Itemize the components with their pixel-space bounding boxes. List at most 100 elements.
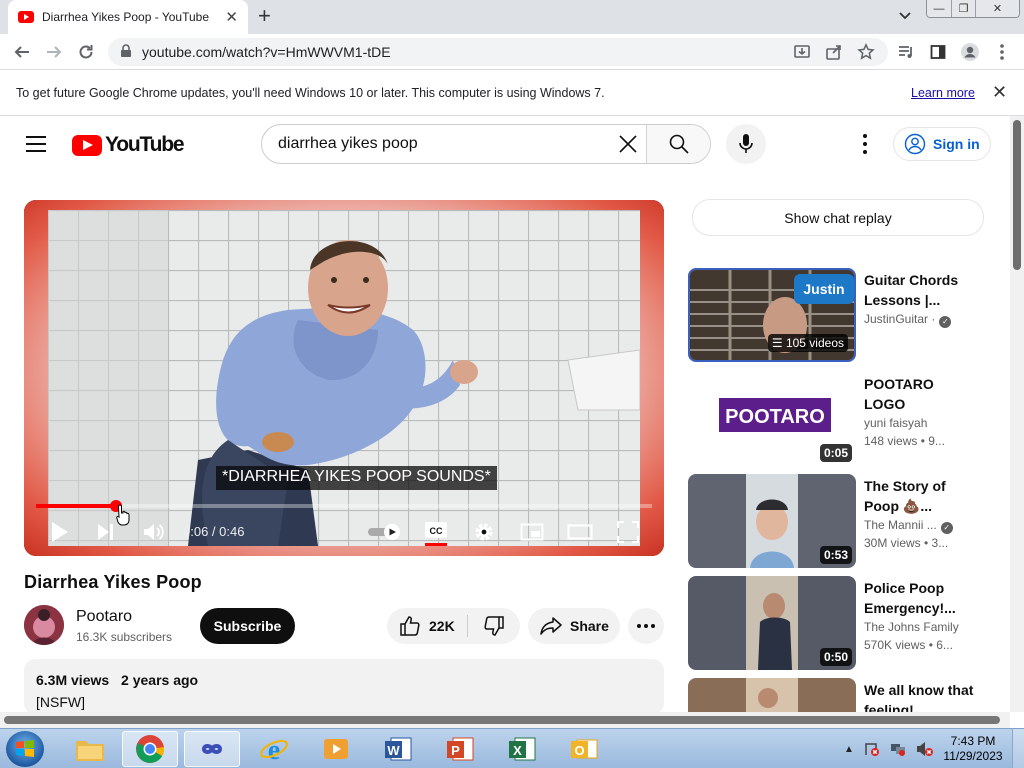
window-close-button[interactable]: ✕ bbox=[975, 0, 1019, 17]
star-icon bbox=[857, 43, 875, 60]
network-icon[interactable] bbox=[890, 741, 906, 757]
learn-more-link[interactable]: Learn more bbox=[911, 86, 975, 100]
video-duration: 0:05 bbox=[819, 444, 852, 462]
horizontal-scrollbar[interactable] bbox=[0, 712, 1010, 728]
profile-button[interactable] bbox=[958, 40, 982, 64]
minimize-button[interactable]: — bbox=[927, 0, 951, 17]
captions-button[interactable]: CC bbox=[422, 518, 450, 546]
view-count: 6.3M views bbox=[36, 672, 110, 688]
like-button[interactable]: 22K bbox=[387, 608, 467, 644]
address-bar[interactable]: youtube.com/watch?v=HmWWVM1-tDE bbox=[108, 38, 888, 66]
horizontal-scroll-thumb[interactable] bbox=[4, 716, 1000, 724]
recommendation-item[interactable]: 0:53 The Story of Poop 💩... The Mannii .… bbox=[688, 474, 988, 568]
windows-taskbar: e W P X O ▲ 7:43 PM 11/29/2023 bbox=[0, 728, 1024, 768]
hamburger-menu-icon[interactable] bbox=[26, 136, 46, 152]
recommendation-title[interactable]: Guitar Chords Lessons |... bbox=[864, 270, 974, 310]
system-tray: ▲ bbox=[844, 741, 934, 757]
side-panel-button[interactable] bbox=[926, 40, 950, 64]
tab-close-icon[interactable]: ✕ bbox=[225, 10, 238, 25]
chrome-menu-button[interactable] bbox=[990, 40, 1014, 64]
video-player[interactable]: *DIARRHEA YIKES POOP SOUNDS* 0:06 / 0:46… bbox=[24, 200, 664, 556]
playlist-thumbnail[interactable]: Justin ☰ 105 videos bbox=[688, 268, 856, 362]
taskbar-word[interactable]: W bbox=[370, 731, 426, 767]
recommendation-item[interactable]: Justin ☰ 105 videos Guitar Chords Lesson… bbox=[688, 268, 988, 362]
play-button[interactable] bbox=[46, 518, 74, 546]
sign-in-button[interactable]: Sign in bbox=[893, 127, 991, 161]
more-actions-button[interactable] bbox=[628, 608, 664, 644]
taskbar-explorer[interactable] bbox=[62, 731, 118, 767]
youtube-logo[interactable]: YouTube bbox=[72, 133, 185, 157]
video-thumbnail[interactable]: 0:50 bbox=[688, 576, 856, 670]
recommendation-title[interactable]: POOTARO LOGO bbox=[864, 374, 974, 414]
clear-search-icon[interactable] bbox=[610, 125, 646, 163]
bookmark-button[interactable] bbox=[854, 40, 878, 64]
fullscreen-button[interactable] bbox=[614, 518, 642, 546]
restore-button[interactable]: ❐ bbox=[951, 0, 975, 17]
recommendation-title[interactable]: The Story of Poop 💩... bbox=[864, 476, 974, 516]
settings-more-icon[interactable] bbox=[856, 134, 874, 154]
search-input[interactable]: diarrhea yikes poop bbox=[262, 125, 610, 163]
search-button[interactable] bbox=[646, 125, 710, 163]
subscribe-button[interactable]: Subscribe bbox=[200, 608, 295, 644]
theater-mode-button[interactable] bbox=[566, 518, 594, 546]
tray-expand-icon[interactable]: ▲ bbox=[844, 744, 854, 755]
playlist-icon: ☰ bbox=[771, 336, 783, 350]
account-circle-icon bbox=[904, 133, 926, 155]
taskbar-app-infinity[interactable] bbox=[184, 731, 240, 767]
miniplayer-icon bbox=[520, 523, 544, 541]
taskbar-clock[interactable]: 7:43 PM 11/29/2023 bbox=[940, 734, 1006, 764]
recommendation-item[interactable]: 0:50 Police Poop Emergency!... The Johns… bbox=[688, 576, 988, 670]
infinity-icon bbox=[201, 744, 223, 754]
more-vertical-icon bbox=[1000, 44, 1004, 60]
recommendation-title[interactable]: We all know that feeling!... bbox=[864, 680, 974, 712]
share-page-button[interactable] bbox=[822, 40, 846, 64]
new-tab-button[interactable]: + bbox=[258, 4, 271, 28]
reload-icon bbox=[79, 45, 93, 59]
install-app-button[interactable] bbox=[790, 40, 814, 64]
play-icon bbox=[52, 522, 68, 542]
reload-button[interactable] bbox=[74, 40, 98, 64]
recommendation-item[interactable]: POOTARO 0:05 POOTARO LOGO yuni faisyah 1… bbox=[688, 372, 988, 466]
share-button[interactable]: Share bbox=[528, 608, 620, 644]
show-chat-replay-button[interactable]: Show chat replay bbox=[692, 199, 984, 236]
dislike-button[interactable] bbox=[468, 608, 520, 644]
mute-button[interactable] bbox=[140, 518, 168, 546]
back-button[interactable] bbox=[10, 40, 34, 64]
chevron-down-icon[interactable] bbox=[896, 6, 914, 24]
like-count: 22K bbox=[429, 618, 455, 634]
taskbar-ie[interactable]: e bbox=[246, 731, 302, 767]
settings-button[interactable] bbox=[470, 518, 498, 546]
tab-active[interactable]: Diarrhea Yikes Poop - YouTube ✕ bbox=[8, 0, 248, 34]
autoplay-toggle[interactable] bbox=[366, 518, 402, 546]
recommendation-title[interactable]: Police Poop Emergency!... bbox=[864, 578, 974, 618]
youtube-header: YouTube diarrhea yikes poop Sign in bbox=[0, 116, 1010, 172]
taskbar-chrome[interactable] bbox=[122, 731, 178, 767]
player-controls: 0:06 / 0:46 CC bbox=[24, 512, 664, 552]
channel-label: The Mannii ... bbox=[864, 518, 937, 532]
video-thumbnail[interactable]: POOTARO 0:05 bbox=[688, 372, 856, 466]
video-thumbnail[interactable]: 0:53 bbox=[688, 474, 856, 568]
taskbar-outlook[interactable]: O bbox=[556, 731, 612, 767]
show-desktop-button[interactable] bbox=[1012, 729, 1024, 768]
next-button[interactable] bbox=[92, 518, 120, 546]
media-control-button[interactable] bbox=[894, 40, 918, 64]
taskbar-excel[interactable]: X bbox=[494, 731, 550, 767]
info-close-icon[interactable]: ✕ bbox=[992, 82, 1007, 103]
video-thumbnail[interactable] bbox=[688, 678, 856, 712]
volume-muted-icon[interactable] bbox=[916, 741, 934, 757]
taskbar-media-player[interactable] bbox=[308, 731, 364, 767]
voice-search-button[interactable] bbox=[726, 124, 766, 164]
vertical-scrollbar[interactable] bbox=[1010, 116, 1024, 712]
channel-name[interactable]: Pootaro bbox=[76, 608, 132, 626]
channel-avatar[interactable] bbox=[24, 605, 64, 645]
start-button[interactable] bbox=[6, 731, 44, 767]
sign-in-label: Sign in bbox=[933, 136, 980, 152]
vertical-scroll-thumb[interactable] bbox=[1013, 120, 1021, 270]
description-box[interactable]: 6.3M views 2 years ago [NSFW] bbox=[24, 659, 664, 715]
recommendation-item[interactable]: We all know that feeling!... bbox=[688, 678, 988, 712]
word-icon: W bbox=[385, 737, 412, 761]
miniplayer-button[interactable] bbox=[518, 518, 546, 546]
forward-button[interactable] bbox=[42, 40, 66, 64]
taskbar-powerpoint[interactable]: P bbox=[432, 731, 488, 767]
action-center-icon[interactable] bbox=[864, 741, 880, 757]
